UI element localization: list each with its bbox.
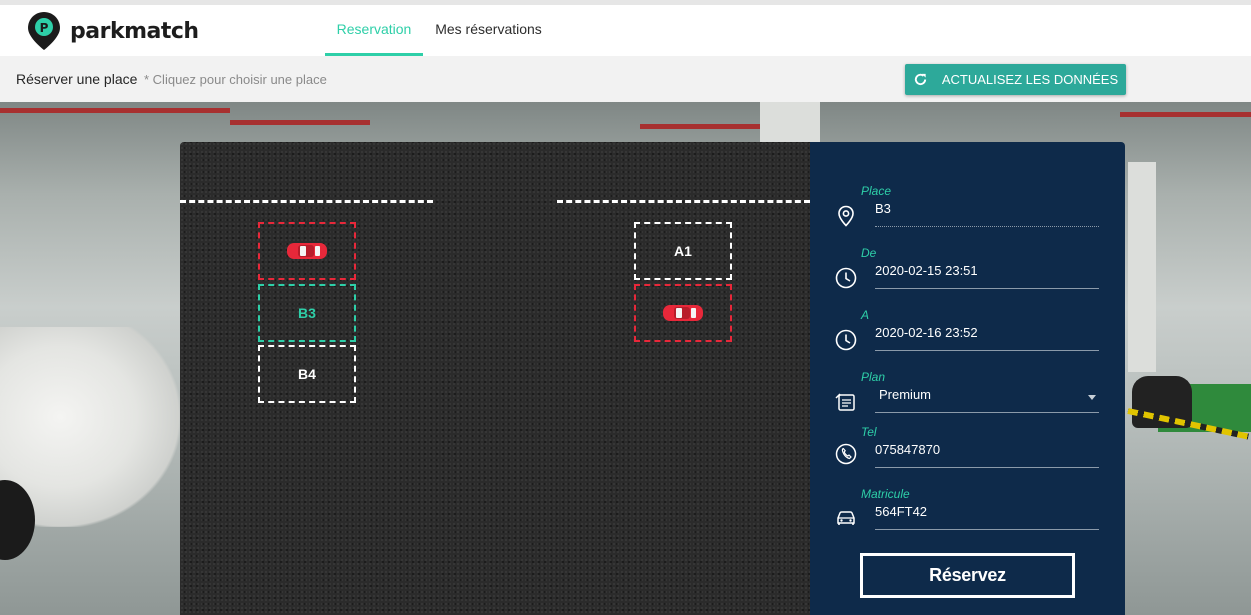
svg-text:P: P <box>40 21 49 35</box>
chevron-down-icon[interactable] <box>1088 395 1096 400</box>
pillar <box>1128 162 1156 372</box>
car-icon <box>663 305 703 321</box>
ceiling-beam <box>0 108 230 113</box>
brand-logo[interactable]: P parkmatch <box>27 11 199 51</box>
license-plate-input[interactable] <box>875 504 1099 530</box>
phone-icon <box>835 443 857 465</box>
end-datetime-input[interactable] <box>875 325 1099 351</box>
ceiling-beam <box>640 124 780 129</box>
price-tag-icon <box>835 393 855 411</box>
field-plan-label: Plan <box>861 370 886 384</box>
parking-spot-b3[interactable]: B3 <box>258 284 356 342</box>
refresh-button-label: ACTUALISEZ LES DONNÉES <box>941 72 1119 87</box>
page-title: Réserver une place <box>16 71 138 87</box>
field-plan: Plan Premium <box>810 370 1125 422</box>
ceiling-beam <box>230 120 370 125</box>
lane-divider <box>180 200 433 203</box>
field-matricule: Matricule <box>810 487 1125 539</box>
refresh-icon <box>914 73 926 86</box>
tab-reservation[interactable]: Reservation <box>325 5 423 56</box>
reservation-form: Place De A Plan Premium Tel <box>810 142 1125 615</box>
field-matricule-label: Matricule <box>861 487 910 501</box>
clock-icon <box>835 329 857 351</box>
location-pin-icon <box>838 205 854 227</box>
field-from: De <box>810 246 1125 298</box>
place-input[interactable] <box>875 201 1099 227</box>
refresh-data-button[interactable]: ACTUALISEZ LES DONNÉES <box>905 64 1126 95</box>
field-from-label: De <box>861 246 877 260</box>
reserve-button[interactable]: Réservez <box>860 553 1075 598</box>
parking-spot-b4[interactable]: B4 <box>258 345 356 403</box>
tab-mes-reservations[interactable]: Mes réservations <box>425 5 552 56</box>
parking-spot-taken[interactable] <box>634 284 732 342</box>
field-tel-label: Tel <box>861 425 877 439</box>
start-datetime-input[interactable] <box>875 263 1099 289</box>
field-tel: Tel <box>810 425 1125 477</box>
parking-spot-taken[interactable] <box>258 222 356 280</box>
top-navbar: P parkmatch Reservation Mes réservations <box>0 0 1251 56</box>
pillar <box>760 102 820 142</box>
parking-pin-icon: P <box>28 12 60 50</box>
page-hint: * Cliquez pour choisir une place <box>144 72 327 87</box>
lane-divider <box>557 200 810 203</box>
clock-icon <box>835 267 857 289</box>
car-icon <box>837 511 855 525</box>
field-to-label: A <box>861 308 870 322</box>
brand-name: parkmatch <box>70 18 199 44</box>
page-toolbar: Réserver une place * Cliquez pour choisi… <box>0 56 1251 102</box>
field-place-label: Place <box>861 184 892 198</box>
ceiling-beam <box>1120 112 1251 117</box>
field-place: Place <box>810 184 1125 236</box>
phone-input[interactable] <box>875 442 1099 468</box>
field-to: A <box>810 308 1125 360</box>
parking-spot-a1[interactable]: A1 <box>634 222 732 280</box>
car-icon <box>287 243 327 259</box>
parking-map: B3 B4 A1 <box>180 142 810 615</box>
plan-select[interactable]: Premium <box>875 387 1099 413</box>
